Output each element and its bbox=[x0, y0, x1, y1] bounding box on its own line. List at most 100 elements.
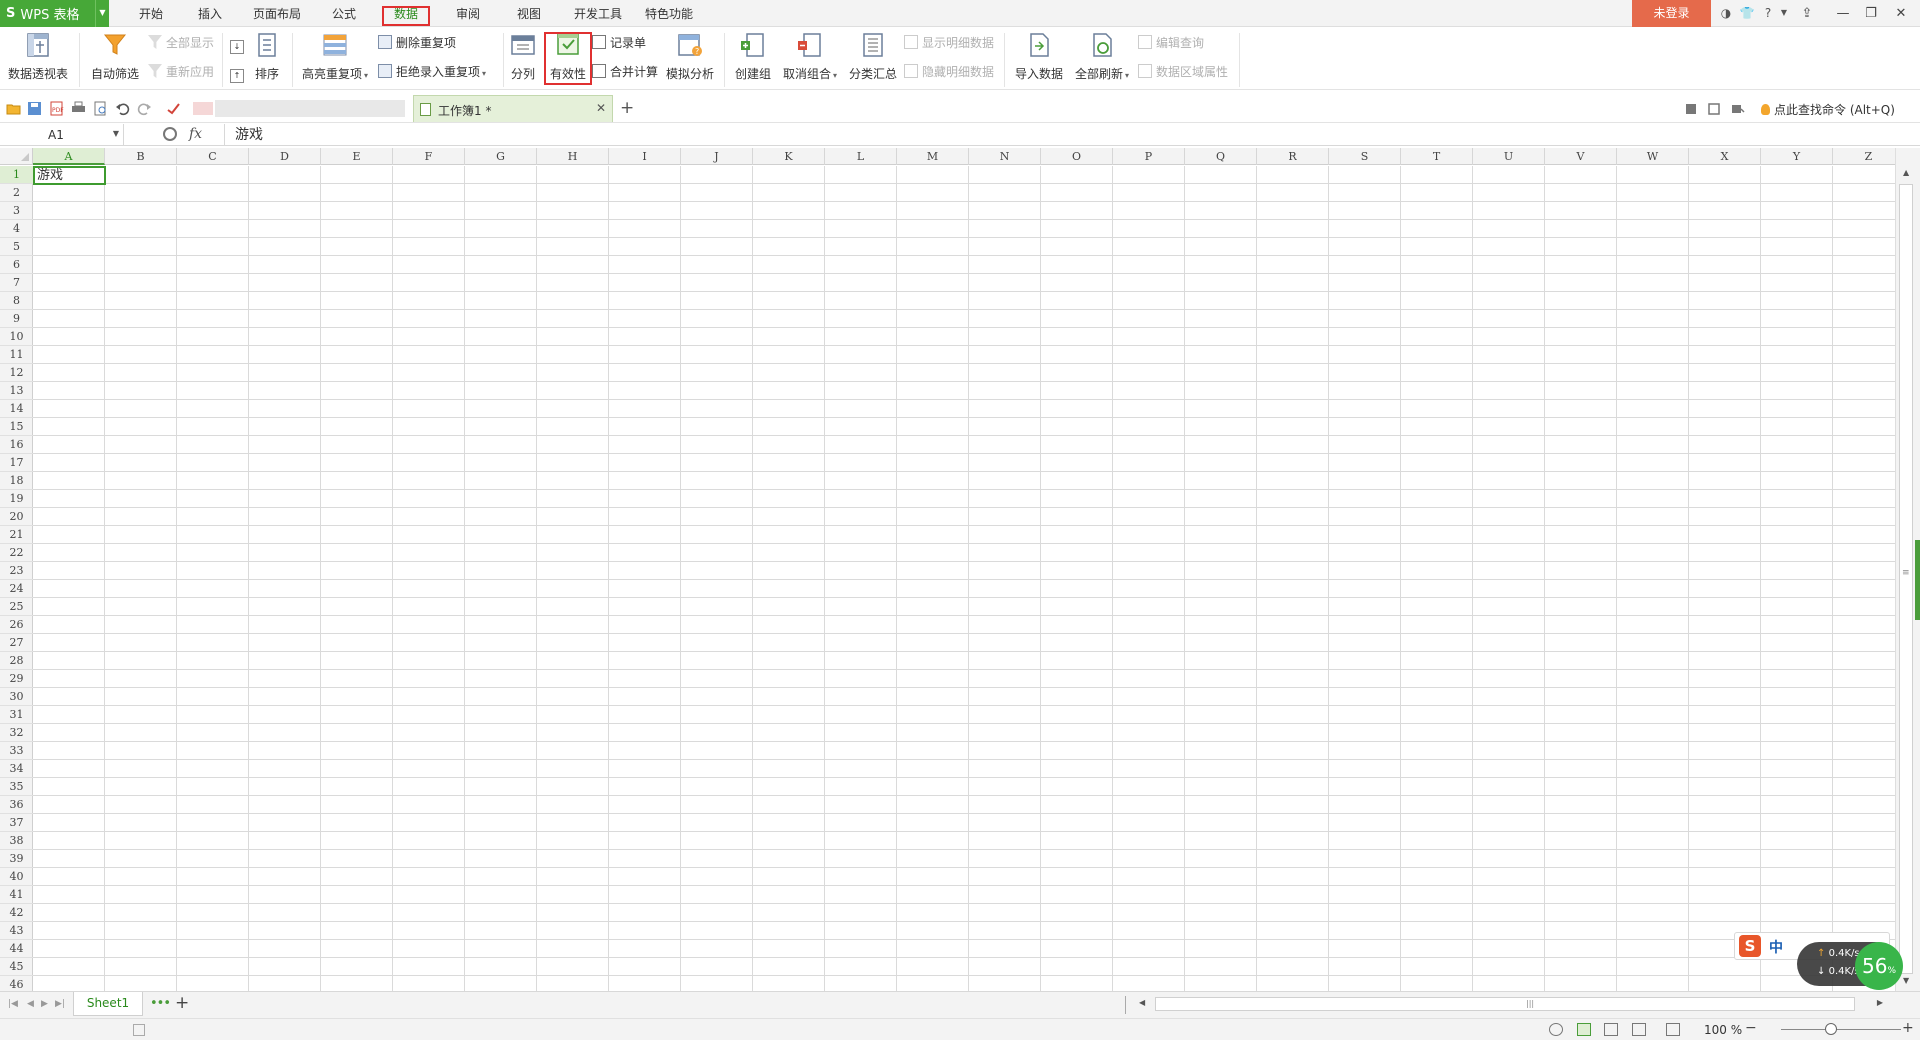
column-header[interactable]: N bbox=[969, 148, 1041, 165]
row-header[interactable]: 45 bbox=[0, 958, 33, 976]
delete-duplicates-button[interactable]: 删除重复项 bbox=[378, 34, 456, 52]
name-box[interactable]: A1 ▼ bbox=[0, 124, 124, 146]
help-icon[interactable]: ? bbox=[1760, 5, 1776, 21]
tab-review[interactable]: 审阅 bbox=[452, 0, 484, 27]
row-header[interactable]: 5 bbox=[0, 238, 33, 256]
search-icon[interactable] bbox=[163, 127, 177, 141]
tab-page-layout[interactable]: 页面布局 bbox=[252, 0, 302, 27]
tab-home[interactable]: 开始 bbox=[135, 0, 167, 27]
show-all-button[interactable]: 全部显示 bbox=[148, 34, 214, 52]
zoom-out-button[interactable]: − bbox=[1745, 1020, 1757, 1036]
customize-icon[interactable] bbox=[166, 101, 181, 116]
layout-icon[interactable] bbox=[1685, 103, 1697, 115]
column-header[interactable]: G bbox=[465, 148, 537, 165]
row-header[interactable]: 20 bbox=[0, 508, 33, 526]
document-tab[interactable]: 工作簿1 * ✕ bbox=[413, 95, 613, 122]
column-header[interactable]: C bbox=[177, 148, 249, 165]
row-header[interactable]: 22 bbox=[0, 544, 33, 562]
edit-query-button[interactable]: 编辑查询 bbox=[1138, 34, 1204, 52]
column-header[interactable]: Q bbox=[1185, 148, 1257, 165]
row-header[interactable]: 29 bbox=[0, 670, 33, 688]
side-panel-handle[interactable] bbox=[1915, 540, 1920, 620]
consolidate-button[interactable]: 合并计算 bbox=[592, 63, 658, 81]
row-header[interactable]: 46 bbox=[0, 976, 33, 991]
row-header[interactable]: 34 bbox=[0, 760, 33, 778]
row-header[interactable]: 33 bbox=[0, 742, 33, 760]
chevron-down-icon[interactable]: ▼ bbox=[95, 0, 109, 27]
column-header[interactable]: O bbox=[1041, 148, 1113, 165]
reject-duplicates-button[interactable]: 拒绝录入重复项 ▾ bbox=[378, 63, 486, 81]
autofilter-button[interactable]: 自动筛选 bbox=[88, 31, 142, 82]
zoom-slider-handle[interactable] bbox=[1825, 1023, 1837, 1035]
column-header[interactable]: D bbox=[249, 148, 321, 165]
eye-protection-icon[interactable] bbox=[1666, 1023, 1680, 1036]
row-header[interactable]: 27 bbox=[0, 634, 33, 652]
column-header[interactable]: X bbox=[1689, 148, 1761, 165]
macro-icon[interactable] bbox=[133, 1024, 145, 1036]
share-icon[interactable] bbox=[1708, 103, 1720, 115]
column-header[interactable]: Z bbox=[1833, 148, 1895, 165]
column-header[interactable]: S bbox=[1329, 148, 1401, 165]
column-header[interactable]: I bbox=[609, 148, 681, 165]
column-header[interactable]: F bbox=[393, 148, 465, 165]
select-all-corner[interactable] bbox=[0, 148, 33, 165]
row-header[interactable]: 38 bbox=[0, 832, 33, 850]
highlight-duplicates-button[interactable]: 高亮重复项 ▾ bbox=[298, 31, 372, 82]
row-header[interactable]: 6 bbox=[0, 256, 33, 274]
row-header[interactable]: 2 bbox=[0, 184, 33, 202]
column-header[interactable]: A bbox=[33, 148, 105, 165]
last-sheet-icon[interactable]: ▶| bbox=[55, 999, 65, 1009]
page-break-view-icon[interactable] bbox=[1604, 1023, 1618, 1036]
refresh-all-button[interactable]: 全部刷新 ▾ bbox=[1070, 31, 1134, 82]
row-header[interactable]: 13 bbox=[0, 382, 33, 400]
tab-special[interactable]: 特色功能 bbox=[644, 0, 694, 27]
scroll-thumb[interactable]: ||| bbox=[1155, 997, 1855, 1011]
new-tab-button[interactable]: + bbox=[620, 98, 634, 118]
what-if-analysis-button[interactable]: ? 模拟分析 bbox=[664, 31, 716, 82]
minimize-button[interactable]: — bbox=[1829, 0, 1857, 27]
zoom-in-button[interactable]: + bbox=[1902, 1020, 1914, 1036]
skin-icon[interactable]: ◑ bbox=[1718, 5, 1734, 21]
print-icon[interactable] bbox=[71, 101, 86, 116]
row-header[interactable]: 25 bbox=[0, 598, 33, 616]
row-header[interactable]: 16 bbox=[0, 436, 33, 454]
settings-icon[interactable] bbox=[1731, 103, 1745, 115]
selected-cell-a1[interactable]: 游戏 bbox=[33, 166, 106, 185]
import-data-button[interactable]: 导入数据 bbox=[1012, 31, 1066, 82]
restore-button[interactable]: ❐ bbox=[1857, 0, 1885, 27]
sort-button[interactable]: 排序 bbox=[250, 31, 284, 82]
sort-desc-button[interactable]: ↑ bbox=[230, 63, 248, 83]
cpu-usage-badge[interactable]: 56% bbox=[1855, 942, 1903, 990]
open-folder-icon[interactable] bbox=[6, 101, 21, 116]
row-header[interactable]: 1 bbox=[0, 166, 33, 184]
row-header[interactable]: 19 bbox=[0, 490, 33, 508]
column-header[interactable]: V bbox=[1545, 148, 1617, 165]
input-language[interactable]: 中 bbox=[1769, 937, 1783, 957]
scroll-down-icon[interactable]: ▼ bbox=[1903, 976, 1909, 985]
text-to-columns-button[interactable]: 分列 bbox=[508, 31, 538, 82]
add-sheet-button[interactable]: + bbox=[175, 993, 189, 1013]
column-header[interactable]: H bbox=[537, 148, 609, 165]
row-header[interactable]: 42 bbox=[0, 904, 33, 922]
column-header[interactable]: B bbox=[105, 148, 177, 165]
row-header[interactable]: 10 bbox=[0, 328, 33, 346]
row-header[interactable]: 23 bbox=[0, 562, 33, 580]
hide-detail-button[interactable]: 隐藏明细数据 bbox=[904, 63, 994, 81]
row-header[interactable]: 41 bbox=[0, 886, 33, 904]
column-header[interactable]: R bbox=[1257, 148, 1329, 165]
row-header[interactable]: 35 bbox=[0, 778, 33, 796]
upload-icon[interactable]: ⇪ bbox=[1793, 0, 1821, 27]
row-header[interactable]: 15 bbox=[0, 418, 33, 436]
column-header[interactable]: W bbox=[1617, 148, 1689, 165]
row-header[interactable]: 31 bbox=[0, 706, 33, 724]
function-icon[interactable]: fx bbox=[189, 126, 202, 142]
horizontal-scrollbar[interactable]: ◀ ||| ▶ bbox=[1125, 995, 1885, 1014]
tab-data[interactable]: 数据 bbox=[382, 0, 430, 27]
history-icon[interactable] bbox=[1549, 1023, 1563, 1036]
row-header[interactable]: 32 bbox=[0, 724, 33, 742]
row-header[interactable]: 9 bbox=[0, 310, 33, 328]
formula-input[interactable]: 游戏 bbox=[224, 124, 1920, 146]
row-header[interactable]: 37 bbox=[0, 814, 33, 832]
close-button[interactable]: ✕ bbox=[1887, 0, 1915, 27]
normal-view-icon[interactable] bbox=[1577, 1023, 1591, 1036]
